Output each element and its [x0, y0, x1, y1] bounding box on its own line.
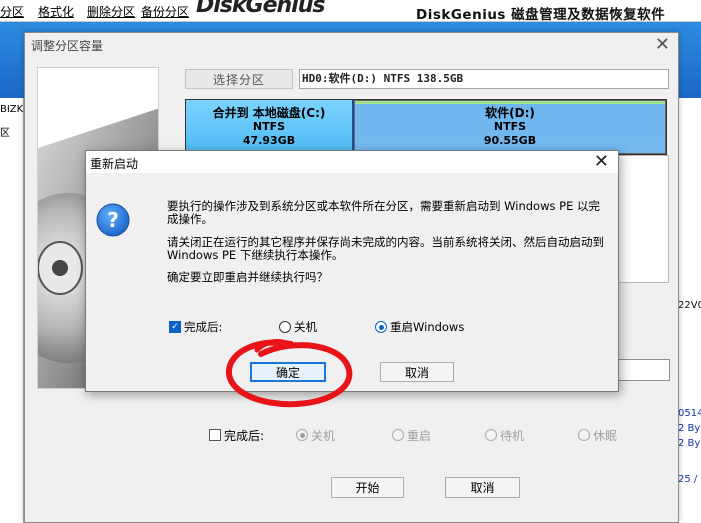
right-panel-text: 22V0 [678, 300, 701, 311]
app-title: DiskGenius 磁盘管理及数据恢复软件 [416, 7, 666, 23]
select-partition-button[interactable]: 选择分区 [185, 69, 293, 89]
partition-path-field: HD0:软件(D:) NTFS 138.5GB [299, 69, 669, 89]
partition-size: 47.93GB [242, 134, 296, 147]
partition-size: 90.55GB [483, 134, 537, 147]
restart-dialog-titlebar: 重新启动 ✕ [86, 151, 618, 173]
radio-label: 重启Windows [390, 320, 465, 334]
restart-dialog: 重新启动 ✕ ? 要执行的操作涉及到系统分区或本软件所在分区，需要重新启动到 W… [85, 150, 619, 392]
radio-dot[interactable] [375, 321, 387, 333]
after-complete-label: 完成后: [184, 320, 223, 334]
radio-label: 关机 [294, 320, 317, 334]
right-panel-text: 2 By [678, 438, 701, 449]
radio-label: 休眠 [593, 428, 618, 443]
partition-fs: NTFS [252, 120, 286, 133]
menu-format[interactable]: 格式化 [38, 3, 74, 20]
checkbox-box[interactable] [209, 429, 221, 441]
partition-block-d[interactable]: 软件(D:) NTFS 90.55GB [354, 100, 666, 154]
radio-label: 关机 [311, 428, 336, 443]
confirm-button[interactable]: 确定 [250, 362, 326, 382]
radio-dot[interactable] [296, 429, 308, 441]
partition-name: 合并到 本地磁盘(C:) [212, 106, 326, 120]
cancel-button[interactable]: 取消 [445, 477, 520, 498]
radio-dot[interactable] [578, 429, 590, 441]
radio-label: 重启 [407, 428, 432, 443]
resize-dialog-title: 调整分区容量 [31, 39, 104, 53]
menu-partition[interactable]: 分区 [0, 3, 24, 20]
radio-label: 待机 [500, 428, 525, 443]
right-panel: 22V0 0514 2 By 2 By 25 / [676, 98, 701, 523]
close-icon[interactable]: ✕ [655, 34, 670, 55]
radio-dot[interactable] [392, 429, 404, 441]
radio-standby[interactable]: 待机 [485, 426, 524, 444]
radio-restart[interactable]: 重启 [392, 426, 431, 444]
after-complete-label: 完成后: [224, 428, 265, 443]
right-panel-text: 0514 [678, 408, 701, 419]
radio-dot[interactable] [485, 429, 497, 441]
main-menubar: 分区 格式化 删除分区 备份分区 DiskGenius DiskGenius 磁… [0, 0, 701, 23]
partition-map[interactable]: 合并到 本地磁盘(C:) NTFS 47.93GB 软件(D:) NTFS 90… [185, 99, 667, 155]
partition-block-c[interactable]: 合并到 本地磁盘(C:) NTFS 47.93GB [186, 100, 354, 154]
close-icon[interactable]: ✕ [594, 151, 609, 172]
left-panel-text: 区 [0, 128, 10, 139]
restart-message-3: 确定要立即重启并继续执行吗？ [167, 270, 328, 284]
right-panel-text: 25 / [678, 474, 698, 485]
start-button[interactable]: 开始 [331, 477, 404, 498]
question-icon: ? [96, 203, 130, 237]
left-panel: BIZKE 区 [0, 98, 30, 523]
cancel-button[interactable]: 取消 [380, 362, 454, 382]
menu-backup-partition[interactable]: 备份分区 [141, 3, 189, 20]
radio-shutdown-restart[interactable]: 关机 [279, 319, 317, 335]
radio-hibernate[interactable]: 休眠 [578, 426, 617, 444]
svg-text:?: ? [107, 208, 119, 232]
radio-shutdown[interactable]: 关机 [296, 426, 335, 444]
right-panel-text: 2 By [678, 423, 701, 434]
restart-options-row: ✓ 完成后: 关机 重启Windows [169, 319, 599, 337]
radio-restart-windows[interactable]: 重启Windows [375, 319, 464, 335]
after-complete-checkbox-restart[interactable]: ✓ 完成后: [169, 319, 222, 335]
restart-message-1: 要执行的操作涉及到系统分区或本软件所在分区，需要重新启动到 Windows PE… [167, 199, 600, 226]
partition-name: 软件(D:) [485, 106, 535, 120]
menu-delete-partition[interactable]: 删除分区 [87, 3, 135, 20]
radio-dot[interactable] [279, 321, 291, 333]
restart-dialog-title: 重新启动 [90, 157, 139, 171]
diskgenius-logo: DiskGenius [196, 0, 325, 18]
size-input[interactable] [615, 359, 670, 381]
after-complete-checkbox[interactable]: 完成后: [209, 426, 264, 444]
restart-message-2: 请关闭正在运行的其它程序并保存尚未完成的内容。当前系统将关闭、然后自动启动到 W… [167, 235, 604, 262]
check-icon[interactable]: ✓ [169, 321, 181, 333]
partition-fs: NTFS [493, 120, 527, 133]
